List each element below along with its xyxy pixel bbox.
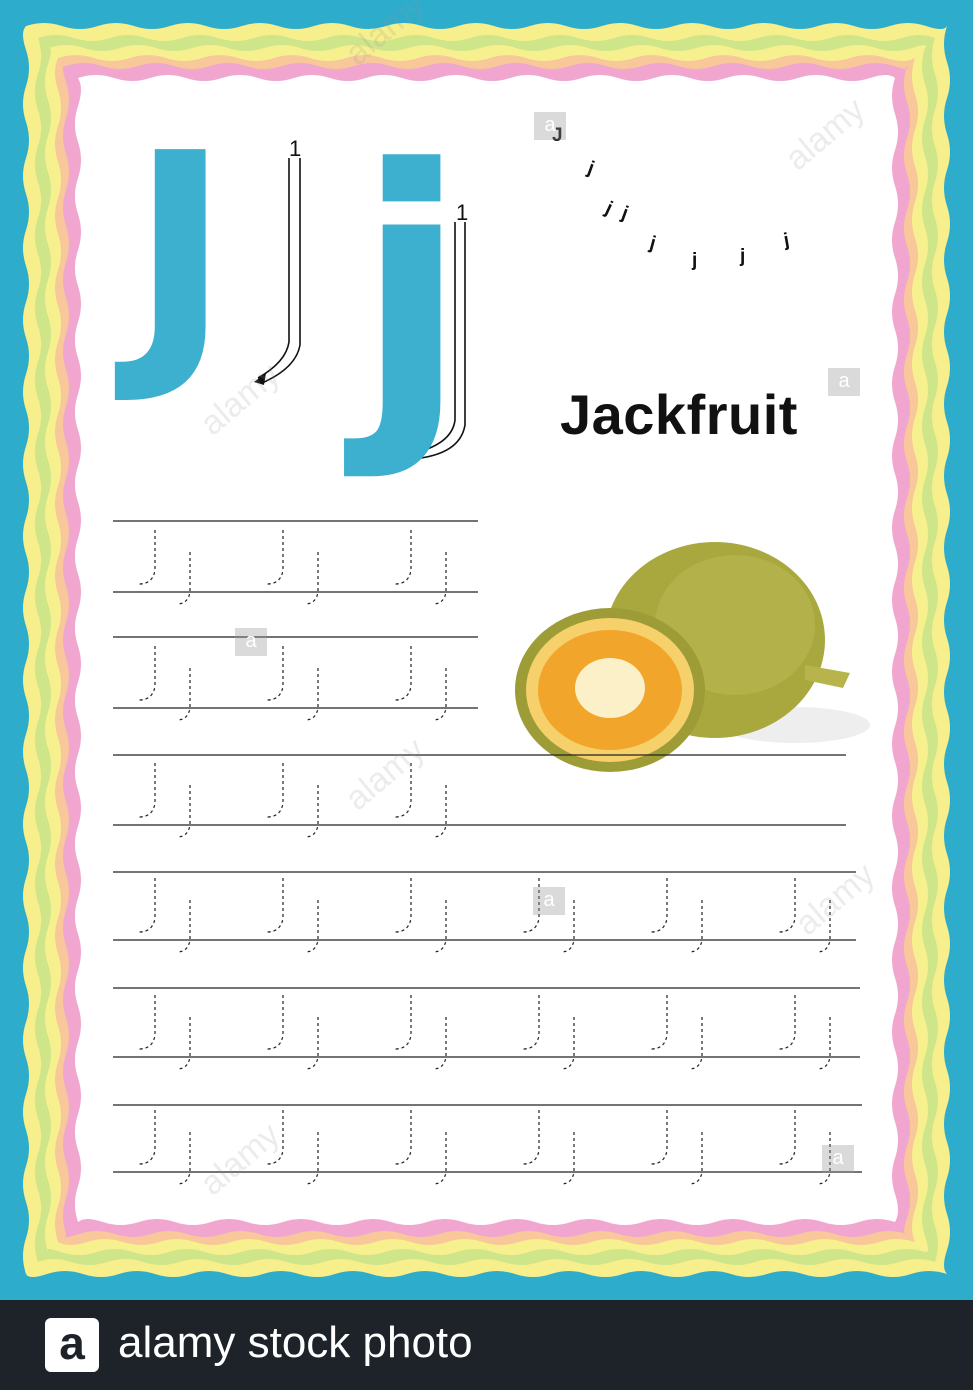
trace-letter bbox=[560, 1132, 575, 1185]
trace-letter bbox=[304, 1017, 319, 1070]
trace-letter bbox=[432, 1132, 447, 1185]
trace-letter bbox=[432, 668, 447, 721]
watermark-box: a bbox=[534, 112, 566, 140]
trace-letter bbox=[394, 878, 412, 933]
trace-letter bbox=[304, 1132, 319, 1185]
trace-letter bbox=[304, 900, 319, 953]
trace-letter bbox=[394, 995, 412, 1050]
trace-letter bbox=[816, 1017, 831, 1070]
tracing-practice-area bbox=[113, 520, 862, 1185]
trace-letter bbox=[138, 878, 156, 933]
trace-letter bbox=[778, 878, 796, 933]
trace-letter bbox=[138, 1110, 156, 1165]
trace-letter bbox=[138, 646, 156, 701]
trace-letter bbox=[266, 530, 284, 585]
trace-letter bbox=[522, 995, 540, 1050]
watermark-box: a bbox=[533, 887, 565, 915]
trace-letter bbox=[176, 900, 191, 953]
trace-letter bbox=[432, 785, 447, 838]
trace-letter bbox=[650, 995, 668, 1050]
trace-letter bbox=[266, 878, 284, 933]
trace-letter bbox=[394, 1110, 412, 1165]
trace-letter bbox=[432, 552, 447, 605]
trace-letter bbox=[778, 995, 796, 1050]
trace-letter bbox=[432, 1017, 447, 1070]
trace-letter bbox=[138, 995, 156, 1050]
trace-letter bbox=[778, 1110, 796, 1165]
footer-brand-text: alamy stock photo bbox=[118, 1318, 473, 1367]
trace-letter bbox=[176, 1132, 191, 1185]
trace-letter bbox=[560, 1017, 575, 1070]
trace-letter bbox=[688, 900, 703, 953]
trace-letter bbox=[266, 646, 284, 701]
watermark-box: a bbox=[235, 628, 267, 656]
trace-letter bbox=[138, 763, 156, 818]
trace-letter bbox=[176, 1017, 191, 1070]
trace-letter bbox=[688, 1132, 703, 1185]
trace-letter bbox=[394, 646, 412, 701]
alamy-logo: a bbox=[45, 1318, 99, 1372]
trace-letter bbox=[650, 878, 668, 933]
trace-letter bbox=[522, 1110, 540, 1165]
trace-letter bbox=[176, 668, 191, 721]
trace-letter bbox=[394, 530, 412, 585]
trace-letter bbox=[432, 900, 447, 953]
trace-letter bbox=[304, 552, 319, 605]
trace-letter bbox=[266, 995, 284, 1050]
trace-letter bbox=[176, 552, 191, 605]
trace-letter bbox=[176, 785, 191, 838]
trace-letter bbox=[266, 763, 284, 818]
trace-letter bbox=[304, 668, 319, 721]
trace-letter bbox=[650, 1110, 668, 1165]
trace-letter bbox=[304, 785, 319, 838]
watermark-box: a bbox=[828, 368, 860, 396]
watermark-box: a bbox=[822, 1145, 854, 1173]
trace-letter bbox=[138, 530, 156, 585]
trace-letter bbox=[688, 1017, 703, 1070]
